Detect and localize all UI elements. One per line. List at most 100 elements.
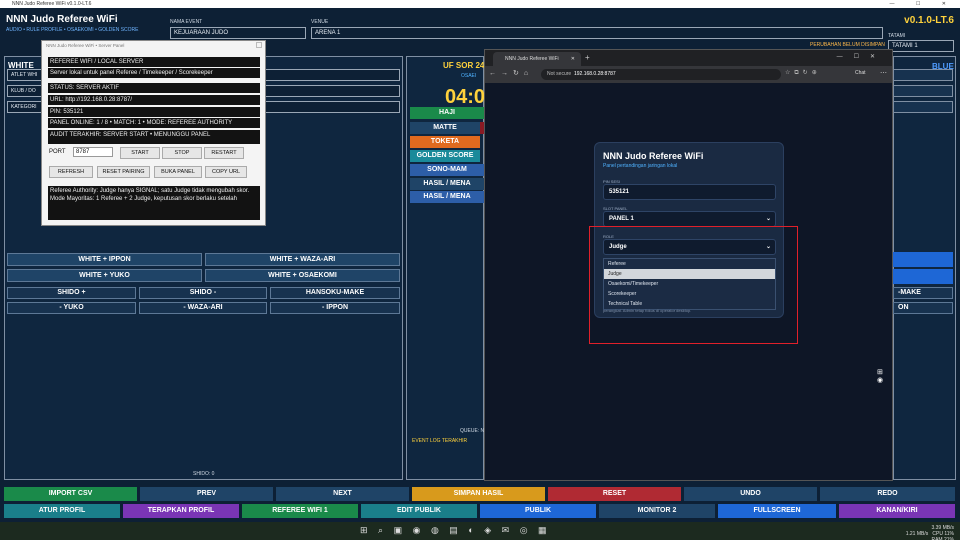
dialog-close-icon[interactable]: [256, 42, 262, 48]
dialog-description: Server lokal untuk panel Referee / Timek…: [48, 68, 260, 78]
window-titlebar: NNN Judo Referee WiFi v0.1.0-LT.6 — ☐ ✕: [0, 0, 960, 8]
redo-button[interactable]: REDO: [820, 487, 955, 501]
card-subtitle: Panel pertandingan jaringan lokal: [603, 163, 678, 169]
event-label: NAMA EVENT: [170, 19, 203, 25]
slot-value: PANEL 1: [609, 216, 634, 222]
bout-label: UF SOR 24: [443, 61, 485, 70]
extension-icons[interactable]: ☆⧉↻⊕: [785, 69, 821, 77]
golden-score-button[interactable]: GOLDEN SCORE: [410, 150, 480, 162]
server-panel-dialog: NNN Judo Referee WiFi • Server Panel REF…: [41, 40, 266, 226]
chat-button[interactable]: Chat: [855, 70, 866, 76]
white-hansoku-button[interactable]: HANSOKU-MAKE: [270, 287, 400, 299]
os-taskbar: ⊞ ⌕ ▣ ◉ ◍ ▤ ◐ ◈ ✉ ◎ ▦ 3.39 MB/s 1.21 MB/…: [0, 522, 960, 540]
slot-select[interactable]: PANEL 1 ⌄: [603, 211, 776, 227]
browser-menu-icon[interactable]: ⋯: [880, 69, 887, 77]
address-text: 192.168.0.28:8787: [573, 71, 616, 77]
hajime-button[interactable]: HAJI: [410, 107, 484, 119]
tatami-field[interactable]: TATAMI 1: [888, 40, 954, 52]
card-title: NNN Judo Referee WiFi: [603, 151, 704, 161]
browser-window: NNN Judo Referee WiFi ✕ + —☐✕ ←→↻⌂ Not s…: [484, 49, 893, 481]
tatami-label: TATAMI: [888, 33, 906, 39]
white-yuko-button[interactable]: WHITE + YUKO: [7, 269, 202, 282]
refresh-button[interactable]: REFRESH: [49, 166, 93, 178]
unsaved-label: PERUBAHAN BELUM DISIMPAN: [810, 42, 885, 48]
side-panel-icons[interactable]: ⊞ ◉: [877, 368, 883, 384]
blue-ippon-button[interactable]: [893, 252, 953, 267]
edit-publik-button[interactable]: EDIT PUBLIK: [361, 504, 477, 518]
start-button[interactable]: START: [120, 147, 160, 159]
venue-label: VENUE: [311, 19, 329, 25]
prev-button[interactable]: PREV: [140, 487, 273, 501]
publik-button[interactable]: PUBLIK: [480, 504, 596, 518]
dialog-title: NNN Judo Referee WiFi • Server Panel: [46, 43, 125, 48]
server-url: URL: http://192.168.0.28:8787/: [48, 95, 260, 105]
reset-pairing-button[interactable]: RESET PAIRING: [97, 166, 150, 178]
stop-button[interactable]: STOP: [162, 147, 202, 159]
address-bar[interactable]: Not secure 192.168.0.28:8787: [541, 69, 781, 80]
server-pin: PIN: 535121: [48, 107, 260, 117]
white-shido-minus-button[interactable]: SHIDO -: [139, 287, 267, 299]
blue-club-field[interactable]: [893, 85, 953, 97]
terapkan-profil-button[interactable]: TERAPKAN PROFIL: [123, 504, 239, 518]
tab-title: NNN Judo Referee WiFi: [505, 56, 559, 62]
venue-field[interactable]: ARENA 1: [311, 27, 883, 39]
monitor-2-button[interactable]: MONITOR 2: [599, 504, 715, 518]
white-minus-wazaari-button[interactable]: - WAZA-ARI: [139, 302, 267, 314]
browser-toolbar: ←→↻⌂ Not secure 192.168.0.28:8787 ☆⧉↻⊕ C…: [485, 66, 892, 83]
white-osaekomi-button[interactable]: WHITE + OSAEKOMI: [205, 269, 400, 282]
app-title: NNN Judo Referee WiFi: [6, 14, 118, 25]
nav-icons[interactable]: ←→↻⌂: [489, 69, 533, 77]
not-secure-label: Not secure: [547, 71, 572, 77]
panel-info: PANEL ONLINE: 1 / 8 • MATCH: 1 • MODE: R…: [48, 118, 260, 128]
event-field[interactable]: KEJUARAAN JUDO: [170, 27, 306, 39]
undo-button[interactable]: UNDO: [684, 487, 817, 501]
toketa-button[interactable]: TOKETA: [410, 136, 480, 148]
taskbar-app-icons[interactable]: ⊞ ⌕ ▣ ◉ ◍ ▤ ◐ ◈ ✉ ◎ ▦: [360, 525, 551, 536]
highlight-box: [589, 226, 798, 344]
authority-note: Referee Authority: Judge hanya SIGNAL; s…: [48, 186, 260, 220]
simpan-hasil-button[interactable]: SIMPAN HASIL: [412, 487, 545, 501]
blue-athlete-field[interactable]: [893, 69, 953, 81]
next-button[interactable]: NEXT: [276, 487, 409, 501]
pin-input[interactable]: 535121: [603, 184, 776, 200]
audit-info: AUDIT TERAKHIR: SERVER START • MENUNGGU …: [48, 130, 260, 144]
center-panel: [406, 56, 484, 480]
queue-label: QUEUE: N: [460, 428, 485, 434]
import-csv-button[interactable]: IMPORT CSV: [4, 487, 137, 501]
new-tab-icon[interactable]: +: [585, 53, 590, 62]
browser-tabbar: NNN Judo Referee WiFi ✕ + —☐✕: [485, 50, 892, 66]
hasil-button-1[interactable]: HASIL / MENA: [410, 178, 484, 190]
port-input[interactable]: 8787: [73, 147, 113, 157]
tab-close-icon[interactable]: ✕: [571, 52, 575, 66]
browser-tab[interactable]: NNN Judo Referee WiFi ✕: [493, 52, 581, 66]
referee-wifi-button[interactable]: REFEREE WIFI 1: [242, 504, 358, 518]
white-minus-yuko-button[interactable]: - YUKO: [7, 302, 136, 314]
white-shido-plus-button[interactable]: SHIDO +: [7, 287, 136, 299]
white-ippon-button[interactable]: WHITE + IPPON: [7, 253, 202, 266]
fullscreen-button[interactable]: FULLSCREEN: [718, 504, 836, 518]
atur-profil-button[interactable]: ATUR PROFIL: [4, 504, 120, 518]
blue-minus-ippon-button[interactable]: ON: [893, 302, 953, 314]
dialog-heading: REFEREE WIFI / LOCAL SERVER: [48, 57, 260, 67]
copy-url-button[interactable]: COPY URL: [205, 166, 247, 178]
restart-button[interactable]: RESTART: [204, 147, 244, 159]
reset-button[interactable]: RESET: [548, 487, 681, 501]
blue-panel: [893, 56, 956, 480]
blue-category-field[interactable]: [893, 101, 953, 113]
event-log-label: EVENT LOG TERAKHIR: [412, 438, 468, 444]
blue-hansoku-button[interactable]: -MAKE: [893, 287, 953, 299]
matte-button[interactable]: MATTE: [410, 122, 480, 134]
app-subtitle: AUDIO • RULE PROFILE • OSAEKOMI • GOLDEN…: [6, 27, 139, 33]
white-minus-ippon-button[interactable]: - IPPON: [270, 302, 400, 314]
blue-yuko-button[interactable]: [893, 269, 953, 284]
kanan-kiri-button[interactable]: KANAN/KIRI: [839, 504, 955, 518]
window-controls[interactable]: — ☐ ✕: [890, 0, 956, 8]
sono-mama-button[interactable]: SONO-MAM: [410, 164, 484, 176]
white-wazaari-button[interactable]: WHITE + WAZA-ARI: [205, 253, 400, 266]
port-label: PORT: [49, 149, 66, 155]
buka-panel-button[interactable]: BUKA PANEL: [154, 166, 202, 178]
hasil-button-2[interactable]: HASIL / MENA: [410, 191, 484, 203]
white-shido-count: SHIDO: 0: [193, 471, 215, 477]
browser-window-controls[interactable]: —☐✕: [837, 53, 886, 60]
version-label: v0.1.0-LT.6: [904, 15, 954, 26]
